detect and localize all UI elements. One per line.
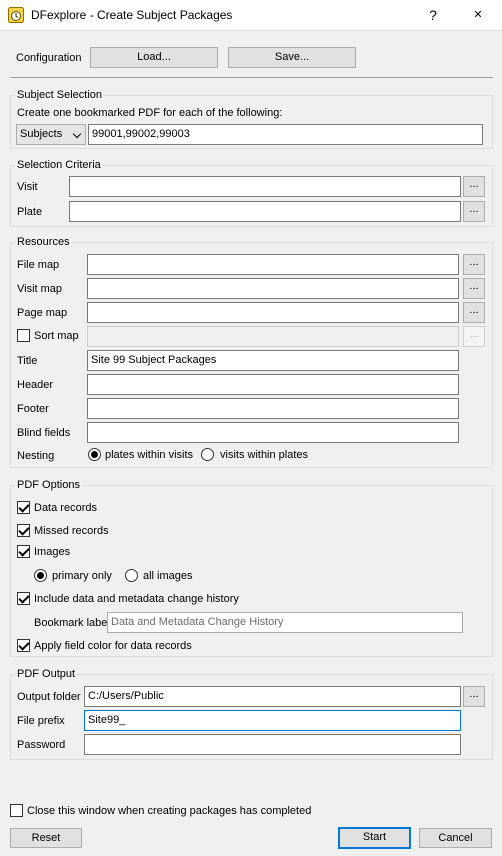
output-folder-browse-button[interactable]: ... (463, 686, 485, 707)
visit-map-label: Visit map (17, 283, 63, 295)
sort-map-browse-button: ... (463, 326, 485, 347)
window-title: DFexplore - Create Subject Packages (31, 8, 233, 22)
load-button[interactable]: Load... (90, 47, 218, 68)
data-records-checkbox[interactable] (17, 501, 30, 514)
subject-ids-input[interactable]: 99001,99002,99003 (88, 124, 483, 145)
chevron-down-icon (72, 129, 82, 139)
nesting-option-label: plates within visits (105, 449, 194, 461)
password-input[interactable] (84, 734, 461, 755)
output-folder-input[interactable]: C:/Users/Public (84, 686, 461, 707)
file-prefix-label: File prefix (17, 715, 65, 727)
footer-label: Footer (17, 403, 49, 415)
nesting-visits-within-plates-radio[interactable] (201, 448, 214, 461)
page-map-browse-button[interactable]: ... (463, 302, 485, 323)
all-images-radio[interactable] (125, 569, 138, 582)
primary-only-radio[interactable] (34, 569, 47, 582)
missed-records-checkbox[interactable] (17, 524, 30, 537)
sort-map-checkbox[interactable] (17, 329, 30, 342)
file-map-browse-button[interactable]: ... (463, 254, 485, 275)
visit-input[interactable] (69, 176, 461, 197)
reset-button[interactable]: Reset (10, 828, 82, 848)
pdf-options-title: PDF Options (15, 479, 82, 491)
header-label: Header (17, 379, 54, 391)
visit-browse-button[interactable]: ... (463, 176, 485, 197)
bookmark-placeholder: Data and Metadata Change History (111, 616, 284, 628)
visit-label: Visit (17, 181, 38, 193)
nesting-option-label: visits within plates (220, 449, 309, 461)
bookmark-label: Bookmark label (34, 617, 110, 629)
close-when-done-checkbox[interactable] (10, 804, 23, 817)
subject-selection-title: Subject Selection (15, 89, 104, 101)
blind-fields-label: Blind fields (17, 427, 71, 439)
password-label: Password (17, 739, 66, 751)
data-records-label: Data records (34, 502, 97, 514)
visit-map-browse-button[interactable]: ... (463, 278, 485, 299)
sort-map-input (87, 326, 459, 347)
nesting-plates-within-visits-radio[interactable] (88, 448, 101, 461)
history-label: Include data and metadata change history (34, 593, 239, 605)
title-input[interactable]: Site 99 Subject Packages (87, 350, 459, 371)
configuration-label: Configuration (16, 52, 82, 64)
plate-browse-button[interactable]: ... (463, 201, 485, 222)
images-label: Images (34, 546, 71, 558)
start-button[interactable]: Start (338, 827, 411, 849)
plate-input[interactable] (69, 201, 461, 222)
title-label: Title (17, 355, 38, 367)
output-folder-label: Output folder (17, 691, 81, 703)
selection-criteria-title: Selection Criteria (15, 159, 103, 171)
header-input[interactable] (87, 374, 459, 395)
file-prefix-input[interactable]: Site99_ (84, 710, 461, 731)
file-map-input[interactable] (87, 254, 459, 275)
nesting-label: Nesting (17, 450, 55, 462)
missed-records-label: Missed records (34, 525, 109, 537)
images-checkbox[interactable] (17, 545, 30, 558)
history-checkbox[interactable] (17, 592, 30, 605)
field-color-label: Apply field color for data records (34, 640, 192, 652)
page-map-label: Page map (17, 307, 68, 319)
file-map-label: File map (17, 259, 60, 271)
subject-type-select[interactable]: Subjects (16, 124, 86, 145)
save-button[interactable]: Save... (228, 47, 356, 68)
bookmark-label-input[interactable]: Data and Metadata Change History (107, 612, 463, 633)
close-icon: ✕ (473, 9, 483, 21)
pdf-output-title: PDF Output (15, 668, 78, 680)
help-button[interactable]: ? (421, 5, 445, 25)
resources-title: Resources (15, 236, 72, 248)
close-window-button[interactable]: ✕ (462, 4, 494, 26)
image-option-label: all images (143, 570, 193, 582)
close-when-done-label: Close this window when creating packages… (27, 805, 312, 817)
subject-selection-instruction: Create one bookmarked PDF for each of th… (17, 107, 283, 119)
plate-label: Plate (17, 206, 43, 218)
subject-type-value: Subjects (20, 128, 63, 140)
dfexplore-app-icon (8, 7, 24, 23)
separator (10, 77, 493, 78)
field-color-checkbox[interactable] (17, 639, 30, 652)
visit-map-input[interactable] (87, 278, 459, 299)
cancel-button[interactable]: Cancel (419, 828, 492, 848)
image-option-label: primary only (52, 570, 112, 582)
title-bar: DFexplore - Create Subject Packages ? ✕ (0, 0, 502, 31)
footer-input[interactable] (87, 398, 459, 419)
page-map-input[interactable] (87, 302, 459, 323)
blind-fields-input[interactable] (87, 422, 459, 443)
sort-map-label: Sort map (34, 330, 79, 342)
